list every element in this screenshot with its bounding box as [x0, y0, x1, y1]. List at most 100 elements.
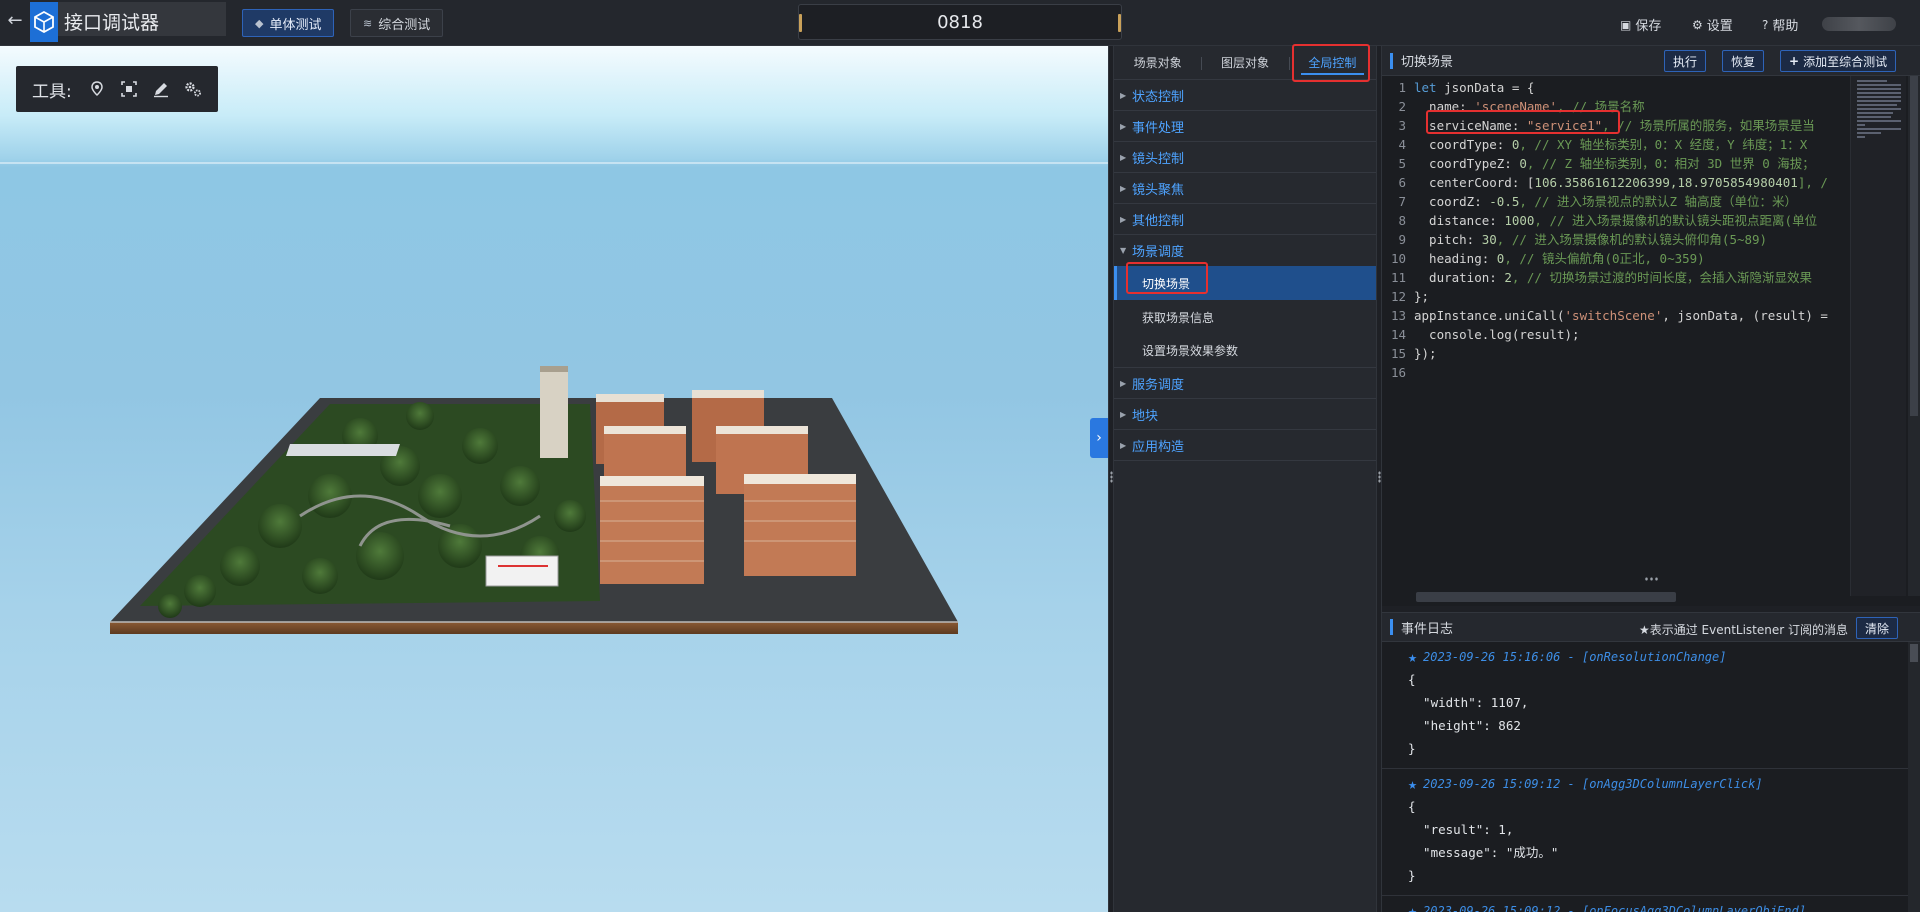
- code-token: , // 进入场景视点的默认Z 轴高度（单位：米）: [1519, 194, 1798, 209]
- tree-group-other-control[interactable]: ▶ 其他控制: [1114, 204, 1376, 235]
- caret-down-icon: ▼: [1120, 246, 1127, 255]
- code-token: -0.5: [1489, 194, 1520, 209]
- code-token: , // Z 轴坐标类别，0：相对 3D 世界 0 海拔；: [1526, 156, 1815, 171]
- code-token: heading:: [1414, 251, 1497, 266]
- tree-group-state-control[interactable]: ▶ 状态控制: [1114, 80, 1376, 111]
- caret-right-icon: ▶: [1120, 409, 1127, 419]
- city-block-model[interactable]: [0, 46, 1108, 912]
- settings-label: 设置: [1706, 19, 1733, 34]
- run-button[interactable]: 执行: [1664, 50, 1707, 72]
- frame-select-icon[interactable]: [118, 78, 140, 100]
- api-tree-panel: 场景对象 图层对象 全局控制 ▶ 状态控制 ▶ 事件处理 ▶ 镜头控制 ▶ 镜头聚焦 ▶…: [1114, 44, 1376, 912]
- event-log-list[interactable]: ★ 2023-09-26 15:16:06 - [onResolutionChan…: [1382, 642, 1920, 912]
- line-number: 11: [1390, 270, 1406, 285]
- code-line: 9 pitch: 30, // 进入场景摄像机的默认镜头俯仰角(5~89): [1382, 230, 1920, 249]
- log-entry: ★ 2023-09-26 15:16:06 - [onResolutionChan…: [1382, 642, 1920, 769]
- locate-pin-icon[interactable]: [86, 78, 108, 100]
- mode-combined-test-button[interactable]: ≋ 综合测试: [350, 9, 444, 37]
- help-button[interactable]: ? 帮助: [1762, 15, 1798, 35]
- code-panel: 切换场景 执行 恢复 + 添加至综合测试 1 let jsonData = { 2 …: [1382, 46, 1920, 912]
- tree-item-label: 切换场景: [1142, 276, 1191, 291]
- code-line: 16: [1382, 363, 1920, 382]
- code-token: , // 进入场景摄像机的默认镜头俯仰角(5~89): [1496, 232, 1768, 247]
- line-number: 13: [1390, 308, 1406, 323]
- tree-item-switch-scene[interactable]: 切换场景: [1114, 266, 1376, 300]
- code-token: serviceName:: [1414, 118, 1527, 133]
- tab-layer-objects[interactable]: 图层对象: [1201, 46, 1288, 79]
- tree-group-camera-control[interactable]: ▶ 镜头控制: [1114, 142, 1376, 173]
- code-token: 106.35861612206399,18.9705854980401: [1534, 175, 1798, 190]
- code-token: 'sceneName': [1474, 99, 1558, 114]
- tree-item-set-scene-effect[interactable]: 设置场景效果参数: [1114, 334, 1376, 368]
- add-to-combined-test-button[interactable]: + 添加至综合测试: [1780, 50, 1897, 72]
- tab-scene-objects[interactable]: 场景对象: [1114, 46, 1201, 79]
- tree-group-label: 服务调度: [1132, 377, 1185, 393]
- scene-viewport[interactable]: 工具: ›: [0, 46, 1108, 912]
- line-number: 16: [1390, 365, 1406, 380]
- scene-name-display[interactable]: 0818: [798, 4, 1122, 40]
- caret-right-icon: ▶: [1120, 121, 1127, 131]
- code-panel-title: 切换场景: [1401, 55, 1454, 70]
- code-token: 2: [1504, 270, 1512, 285]
- log-entry-body: { "width": 1107, "height": 862 }: [1408, 672, 1529, 756]
- code-token: duration:: [1414, 270, 1505, 285]
- pen-edit-icon[interactable]: [150, 78, 172, 100]
- tree-group-label: 应用构造: [1132, 439, 1185, 455]
- caret-right-icon: ▶: [1120, 90, 1127, 100]
- scrollbar-thumb[interactable]: [1910, 644, 1918, 662]
- restore-button[interactable]: 恢复: [1722, 50, 1765, 72]
- event-log-header: 事件日志 ★表示通过 EventListener 订阅的消息 清除: [1382, 612, 1920, 642]
- tree-group-service-dispatch[interactable]: ▶ 服务调度: [1114, 368, 1376, 399]
- tree-tabs: 场景对象 图层对象 全局控制: [1114, 46, 1376, 80]
- tab-global-control[interactable]: 全局控制: [1288, 46, 1376, 79]
- drag-dots-icon[interactable]: [1644, 576, 1658, 582]
- code-line: 6 centerCoord: [106.35861612206399,18.97…: [1382, 173, 1920, 192]
- tree-item-get-scene-info[interactable]: 获取场景信息: [1114, 300, 1376, 334]
- code-line: 3 serviceName: "service1", // 场景所属的服务，如果…: [1382, 116, 1920, 135]
- mode-single-test-button[interactable]: ◆ 单体测试: [242, 9, 335, 37]
- add-label: 添加至综合测试: [1803, 54, 1888, 69]
- line-number: 7: [1398, 194, 1406, 209]
- tree-group-app-construct[interactable]: ▶ 应用构造: [1114, 430, 1376, 461]
- tree-group-label: 镜头聚焦: [1132, 182, 1185, 198]
- event-log-note: ★表示通过 EventListener 订阅的消息: [1638, 623, 1848, 637]
- help-icon: ?: [1762, 17, 1769, 32]
- code-line: 10 heading: 0, // 镜头偏航角(0正北, 0~359): [1382, 249, 1920, 268]
- code-token: distance:: [1414, 213, 1505, 228]
- code-token: , // 场景所属的服务，如果场景是当: [1602, 118, 1815, 133]
- code-horizontal-scrollbar[interactable]: [1416, 592, 1676, 602]
- code-minimap[interactable]: [1850, 76, 1906, 596]
- panel-collapse-handle[interactable]: ›: [1090, 418, 1108, 458]
- line-number: 8: [1398, 213, 1406, 228]
- caret-right-icon: ▶: [1120, 152, 1127, 162]
- caret-right-icon: ▶: [1120, 214, 1127, 224]
- settings-button[interactable]: ⚙ 设置: [1692, 15, 1733, 35]
- tree-item-label: 获取场景信息: [1142, 310, 1215, 325]
- tree-group-event-handling[interactable]: ▶ 事件处理: [1114, 111, 1376, 142]
- code-line: 13 appInstance.uniCall('switchScene', jso…: [1382, 306, 1920, 325]
- log-vertical-scrollbar[interactable]: [1908, 642, 1920, 912]
- tree-group-scene-dispatch[interactable]: ▼ 场景调度: [1114, 235, 1376, 266]
- app-title: 接口调试器: [64, 12, 160, 34]
- clear-log-button[interactable]: 清除: [1856, 617, 1899, 639]
- code-editor[interactable]: 1 let jsonData = { 2 name: 'sceneName', /…: [1382, 76, 1920, 606]
- log-entry-title: 2023-09-26 15:09:12 - [onFocusAgg3DColum…: [1423, 904, 1806, 912]
- code-token: coordTypeZ:: [1414, 156, 1520, 171]
- gears-icon[interactable]: [182, 78, 204, 100]
- user-avatar[interactable]: [1822, 17, 1896, 31]
- code-vertical-scrollbar[interactable]: [1908, 76, 1920, 596]
- clear-label: 清除: [1865, 621, 1890, 636]
- code-token: , // 切换场景过渡的时间长度，会插入渐隐渐显效果: [1511, 270, 1812, 285]
- save-button[interactable]: ▣ 保存: [1620, 15, 1662, 35]
- code-token: 30: [1481, 232, 1497, 247]
- save-label: 保存: [1635, 19, 1662, 34]
- layers-icon: ≋: [363, 16, 373, 30]
- tree-group-label: 事件处理: [1132, 120, 1185, 136]
- tree-group-parcel[interactable]: ▶ 地块: [1114, 399, 1376, 430]
- line-number: 1: [1398, 80, 1406, 95]
- scrollbar-thumb[interactable]: [1910, 76, 1918, 416]
- back-arrow-icon[interactable]: ←: [4, 10, 26, 32]
- tree-group-camera-focus[interactable]: ▶ 镜头聚焦: [1114, 173, 1376, 204]
- line-number: 10: [1390, 251, 1406, 266]
- line-number: 5: [1398, 156, 1406, 171]
